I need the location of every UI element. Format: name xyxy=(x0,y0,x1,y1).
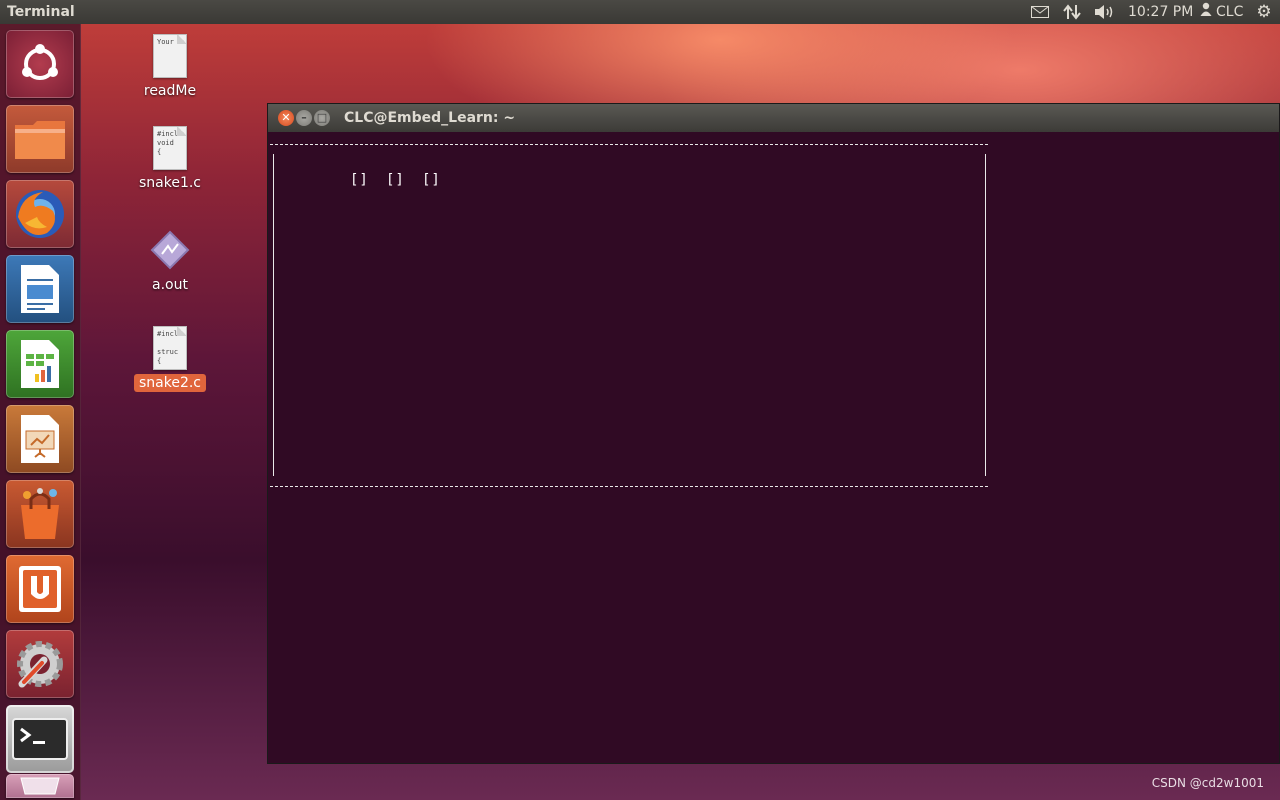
user-menu[interactable]: CLC xyxy=(1200,0,1243,24)
watermark: CSDN @cd2w1001 xyxy=(1151,776,1264,790)
executable-file-icon xyxy=(148,228,192,272)
mail-icon[interactable] xyxy=(1030,0,1050,24)
c-source-file-icon: #incl struc { xyxy=(153,326,187,370)
desktop-file-label: readMe xyxy=(143,83,197,99)
launcher-system-settings[interactable] xyxy=(6,630,74,698)
snake-segment: [] xyxy=(350,172,369,188)
desktop-file-label: snake2.c xyxy=(133,374,207,392)
game-border-left xyxy=(273,154,274,476)
launcher-terminal[interactable] xyxy=(6,705,74,773)
terminal-icon xyxy=(11,717,69,761)
desktop-file-snake2[interactable]: #incl struc { snake2.c xyxy=(125,326,215,392)
user-icon xyxy=(1200,0,1212,24)
file-preview: Your xyxy=(157,38,174,46)
launcher-ubuntu-one[interactable] xyxy=(6,555,74,623)
snake-segment: [] xyxy=(386,172,405,188)
launcher-libreoffice-calc[interactable] xyxy=(6,330,74,398)
firefox-icon xyxy=(13,187,67,241)
launcher-firefox[interactable] xyxy=(6,180,74,248)
gear-icon[interactable]: ⚙ xyxy=(1254,0,1274,24)
top-panel: Terminal 10:27 PM CLC ⚙ xyxy=(0,0,1280,24)
minimize-button[interactable]: – xyxy=(296,110,312,126)
window-titlebar[interactable]: ✕ – □ CLC@Embed_Learn: ~ xyxy=(268,104,1279,132)
desktop-file-snake1[interactable]: #incl void { snake1.c xyxy=(125,126,215,192)
c-source-file-icon: #incl void { xyxy=(153,126,187,170)
launcher-files[interactable] xyxy=(6,105,74,173)
launcher-dash-home[interactable] xyxy=(6,30,74,98)
desktop-file-aout[interactable]: a.out xyxy=(125,228,215,294)
shopping-bag-icon xyxy=(15,487,65,541)
file-preview: #incl struc { xyxy=(157,330,179,365)
terminal-content[interactable]: [] [] [] xyxy=(268,132,1279,763)
snake-segment: [] xyxy=(422,172,441,188)
desktop-file-label: a.out xyxy=(152,277,188,293)
ubuntu-logo-icon xyxy=(17,41,63,87)
writer-document-icon xyxy=(19,263,61,315)
network-icon[interactable] xyxy=(1062,0,1082,24)
file-preview: #incl void { xyxy=(157,130,179,156)
maximize-icon: □ xyxy=(316,111,328,124)
game-border-right xyxy=(985,154,986,476)
desktop-file-readme[interactable]: Your readMe xyxy=(125,34,215,100)
user-name: CLC xyxy=(1216,4,1244,20)
impress-presentation-icon xyxy=(19,413,61,465)
minimize-icon: – xyxy=(301,111,307,124)
trash-icon xyxy=(15,776,65,796)
calc-spreadsheet-icon xyxy=(19,338,61,390)
launcher-libreoffice-writer[interactable] xyxy=(6,255,74,323)
game-border-top xyxy=(270,144,988,145)
launcher-trash[interactable] xyxy=(6,774,74,798)
folder-icon xyxy=(13,117,67,161)
window-title: CLC@Embed_Learn: ~ xyxy=(344,110,516,126)
close-button[interactable]: ✕ xyxy=(278,110,294,126)
game-border-bottom xyxy=(270,486,988,487)
sound-icon[interactable] xyxy=(1094,0,1116,24)
maximize-button[interactable]: □ xyxy=(314,110,330,126)
launcher xyxy=(0,24,81,800)
terminal-window[interactable]: ✕ – □ CLC@Embed_Learn: ~ [] [] [] xyxy=(267,103,1280,764)
launcher-software-center[interactable] xyxy=(6,480,74,548)
close-icon: ✕ xyxy=(281,111,291,124)
settings-wrench-icon xyxy=(12,636,68,692)
launcher-libreoffice-impress[interactable] xyxy=(6,405,74,473)
app-title: Terminal xyxy=(7,4,75,20)
text-file-icon: Your xyxy=(153,34,187,78)
desktop-file-label: snake1.c xyxy=(138,175,202,191)
clock[interactable]: 10:27 PM xyxy=(1128,0,1193,24)
ubuntu-one-icon xyxy=(17,564,63,614)
